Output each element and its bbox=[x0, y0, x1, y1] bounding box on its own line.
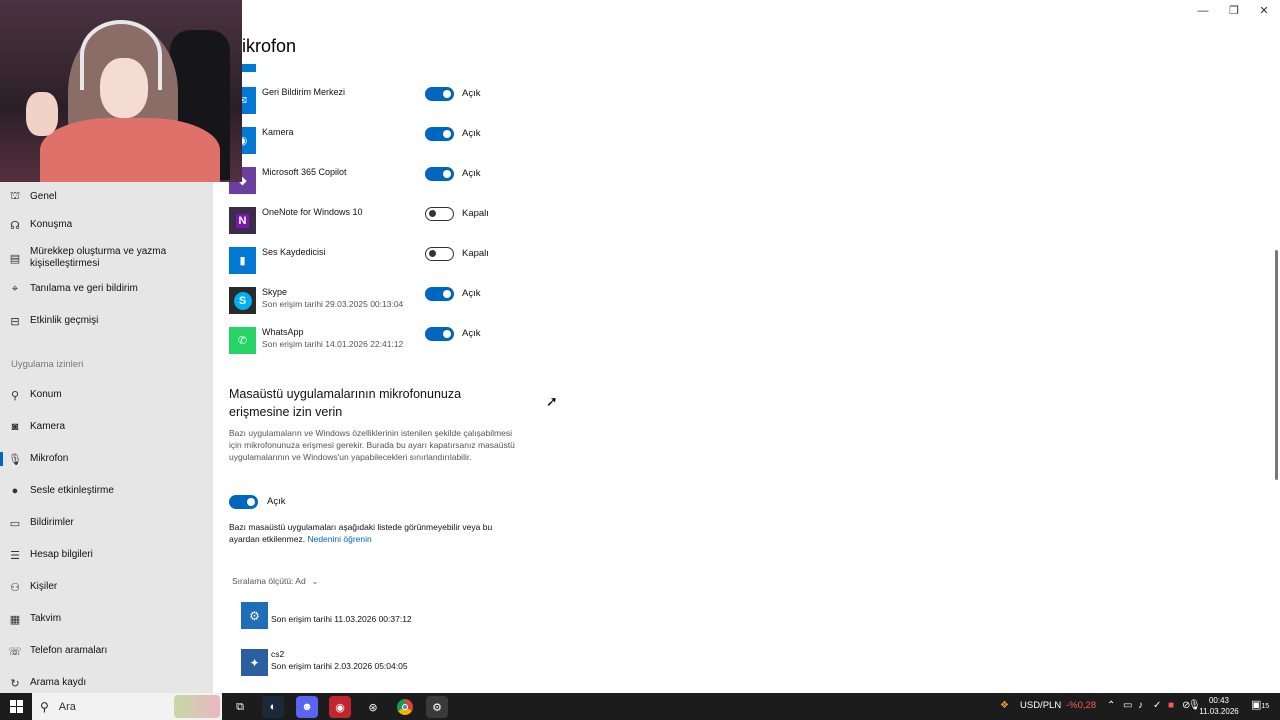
page-title: ikrofon bbox=[242, 36, 297, 56]
chrome-icon[interactable] bbox=[394, 696, 416, 718]
app-row-whatsapp: ✆ WhatsApp Son erişim tarihi 14.01.2026 … bbox=[229, 327, 519, 367]
whatsapp-icon: ✆ bbox=[229, 327, 256, 354]
app-row-ses-kaydedicisi: ▮ Ses Kaydedicisi Kapalı bbox=[229, 247, 519, 287]
clock[interactable]: 00:43 11.03.2026 bbox=[1199, 695, 1239, 717]
desktop-app-row: ✦ cs2 Son erişim tarihi 2.03.2026 05:04:… bbox=[241, 649, 541, 679]
sidebar-item-murekkep[interactable]: ▤ Mürekkep oluşturma ve yazma kişiselleşt… bbox=[0, 240, 213, 276]
steam-icon[interactable]: ◐ bbox=[262, 696, 284, 718]
search-highlight-image bbox=[174, 695, 220, 718]
chevron-down-icon: ⌄ bbox=[311, 577, 319, 586]
steelseries-icon: ⚙ bbox=[241, 602, 268, 629]
ink-icon: ▤ bbox=[9, 252, 21, 265]
mouse-cursor-icon: ➚ bbox=[546, 393, 558, 409]
notification-center-icon[interactable]: ▣15 bbox=[1251, 698, 1269, 711]
volume-icon[interactable]: ♪ bbox=[1138, 700, 1143, 711]
restore-button[interactable]: ❐ bbox=[1219, 2, 1249, 20]
toggle-copilot[interactable] bbox=[425, 167, 454, 181]
webcam-overlay bbox=[0, 0, 242, 182]
app-red-icon[interactable]: ◉ bbox=[329, 696, 351, 718]
scrollbar[interactable] bbox=[1275, 250, 1278, 480]
calendar-icon: ▦ bbox=[9, 613, 21, 626]
toggle-whatsapp[interactable] bbox=[425, 327, 454, 341]
toggle-skype[interactable] bbox=[425, 287, 454, 301]
sidebar-item-genel[interactable]: ⛫ Genel bbox=[0, 182, 213, 212]
sidebar-item-kamera[interactable]: ◙ Kamera bbox=[0, 412, 213, 442]
minimize-button[interactable]: — bbox=[1188, 2, 1218, 20]
chevron-up-icon[interactable]: ⌃ bbox=[1107, 700, 1115, 711]
currency-change: -%0,28 bbox=[1066, 700, 1097, 711]
partial-app-icon bbox=[242, 64, 256, 72]
lock-icon: ⛫ bbox=[9, 190, 21, 202]
section-label-uygulama-izinleri: Uygulama izinleri bbox=[11, 359, 84, 370]
sidebar-item-sesle-etkinlestirme[interactable]: ● Sesle etkinleştirme bbox=[0, 476, 213, 506]
sidebar-item-kisiler[interactable]: ⚇ Kişiler bbox=[0, 572, 213, 602]
sidebar-item-takvim[interactable]: ▦ Takvim bbox=[0, 604, 213, 634]
network-icon[interactable]: ▭ bbox=[1123, 700, 1132, 711]
activity-icon: ⊟ bbox=[10, 315, 20, 328]
contacts-icon: ⚇ bbox=[10, 581, 20, 594]
toggle-desktop-apps[interactable] bbox=[229, 495, 258, 509]
sort-dropdown[interactable]: Sıralama ölçütü: Ad ⌄ bbox=[232, 576, 318, 586]
notifications-icon: ▭ bbox=[9, 517, 21, 530]
speech-icon: ☊ bbox=[10, 219, 20, 232]
taskbar-search[interactable]: ⚲ Ara bbox=[32, 693, 222, 720]
voice-recorder-icon: ▮ bbox=[229, 247, 256, 274]
currency-label[interactable]: USD/PLN bbox=[1020, 700, 1061, 711]
settings-icon[interactable]: ⚙ bbox=[426, 696, 448, 718]
onenote-icon: N bbox=[229, 207, 256, 234]
toggle-kamera[interactable] bbox=[425, 127, 454, 141]
sidebar: ⛫ Genel ☊ Konuşma ▤ Mürekkep oluşturma ve y… bbox=[0, 182, 213, 693]
app-row-kamera: ◉ Kamera Açık bbox=[229, 127, 519, 167]
checkmark-icon[interactable]: ✓ bbox=[1153, 700, 1161, 711]
app-row-geri-bildirim: ✉ Geri Bildirim Merkezi Açık bbox=[229, 87, 519, 127]
skype-icon: S bbox=[229, 287, 256, 314]
microphone-icon: 🎙 bbox=[8, 453, 22, 466]
start-button[interactable] bbox=[0, 693, 32, 720]
account-info-icon: ☰ bbox=[10, 549, 20, 562]
sidebar-item-telefon-aramalari[interactable]: ☏ Telefon aramaları bbox=[0, 636, 213, 666]
app-tray-icon[interactable]: ■ bbox=[1168, 700, 1174, 711]
desktop-apps-heading: Masaüstü uygulamalarının mikrofonunuza e… bbox=[229, 387, 462, 419]
desktop-apps-description: Bazı uygulamaların ve Windows özellikler… bbox=[229, 428, 515, 462]
sidebar-item-etkinlik[interactable]: ⊟ Etkinlik geçmişi bbox=[0, 306, 213, 336]
discord-icon[interactable]: ☻ bbox=[296, 696, 318, 718]
toggle-ses-kaydedicisi[interactable] bbox=[425, 247, 454, 261]
app-row-skype: S Skype Son erişim tarihi 29.03.2025 00:… bbox=[229, 287, 519, 327]
camera-icon: ◙ bbox=[11, 421, 19, 433]
windows-logo-icon bbox=[9, 700, 23, 713]
sidebar-item-mikrofon[interactable]: 🎙 Mikrofon bbox=[0, 444, 213, 474]
sidebar-item-konum[interactable]: ⚲ Konum bbox=[0, 380, 213, 410]
steam-alt-icon[interactable]: ⊛ bbox=[362, 696, 384, 718]
sidebar-item-tanilama[interactable]: ⌖ Tanılama ve geri bildirim bbox=[0, 274, 213, 304]
sidebar-item-konusma[interactable]: ☊ Konuşma bbox=[0, 210, 213, 240]
toggle-onenote[interactable] bbox=[425, 207, 454, 221]
cs2-icon: ✦ bbox=[241, 649, 268, 676]
location-icon: ⚲ bbox=[10, 389, 20, 402]
app-row-copilot: ◆ Microsoft 365 Copilot Açık bbox=[229, 167, 519, 207]
toggle-geri-bildirim[interactable] bbox=[425, 87, 454, 101]
desktop-toggle-label: Açık bbox=[267, 496, 286, 507]
task-view-icon[interactable]: ⧉ bbox=[229, 696, 251, 718]
sidebar-item-hesap-bilgileri[interactable]: ☰ Hesap bilgileri bbox=[0, 540, 213, 570]
call-history-icon: ↻ bbox=[10, 677, 20, 690]
app-row-onenote: N OneNote for Windows 10 Kapalı bbox=[229, 207, 519, 247]
voice-activation-icon: ● bbox=[11, 485, 19, 497]
sidebar-item-bildirimler[interactable]: ▭ Bildirimler bbox=[0, 508, 213, 538]
learn-why-link[interactable]: Nedenini öğrenin bbox=[307, 534, 371, 544]
search-icon: ⚲ bbox=[40, 699, 49, 714]
desktop-apps-note: Bazı masaüstü uygulamaları aşağıdaki lis… bbox=[229, 522, 493, 544]
phone-icon: ☏ bbox=[8, 645, 22, 658]
taskbar: ⚲ Ara ⧉ ◐ ☻ ◉ ⊛ ⚙ ❖ USD/PLN -%0,28 ⌃ ▭ ♪… bbox=[0, 693, 1280, 720]
currency-widget-icon: ❖ bbox=[1000, 700, 1009, 711]
close-button[interactable]: ✕ bbox=[1249, 2, 1279, 20]
diagnostics-icon: ⌖ bbox=[11, 282, 19, 295]
desktop-app-row: ⚙ Son erişim tarihi 11.03.2026 00:37:12 bbox=[241, 602, 541, 632]
